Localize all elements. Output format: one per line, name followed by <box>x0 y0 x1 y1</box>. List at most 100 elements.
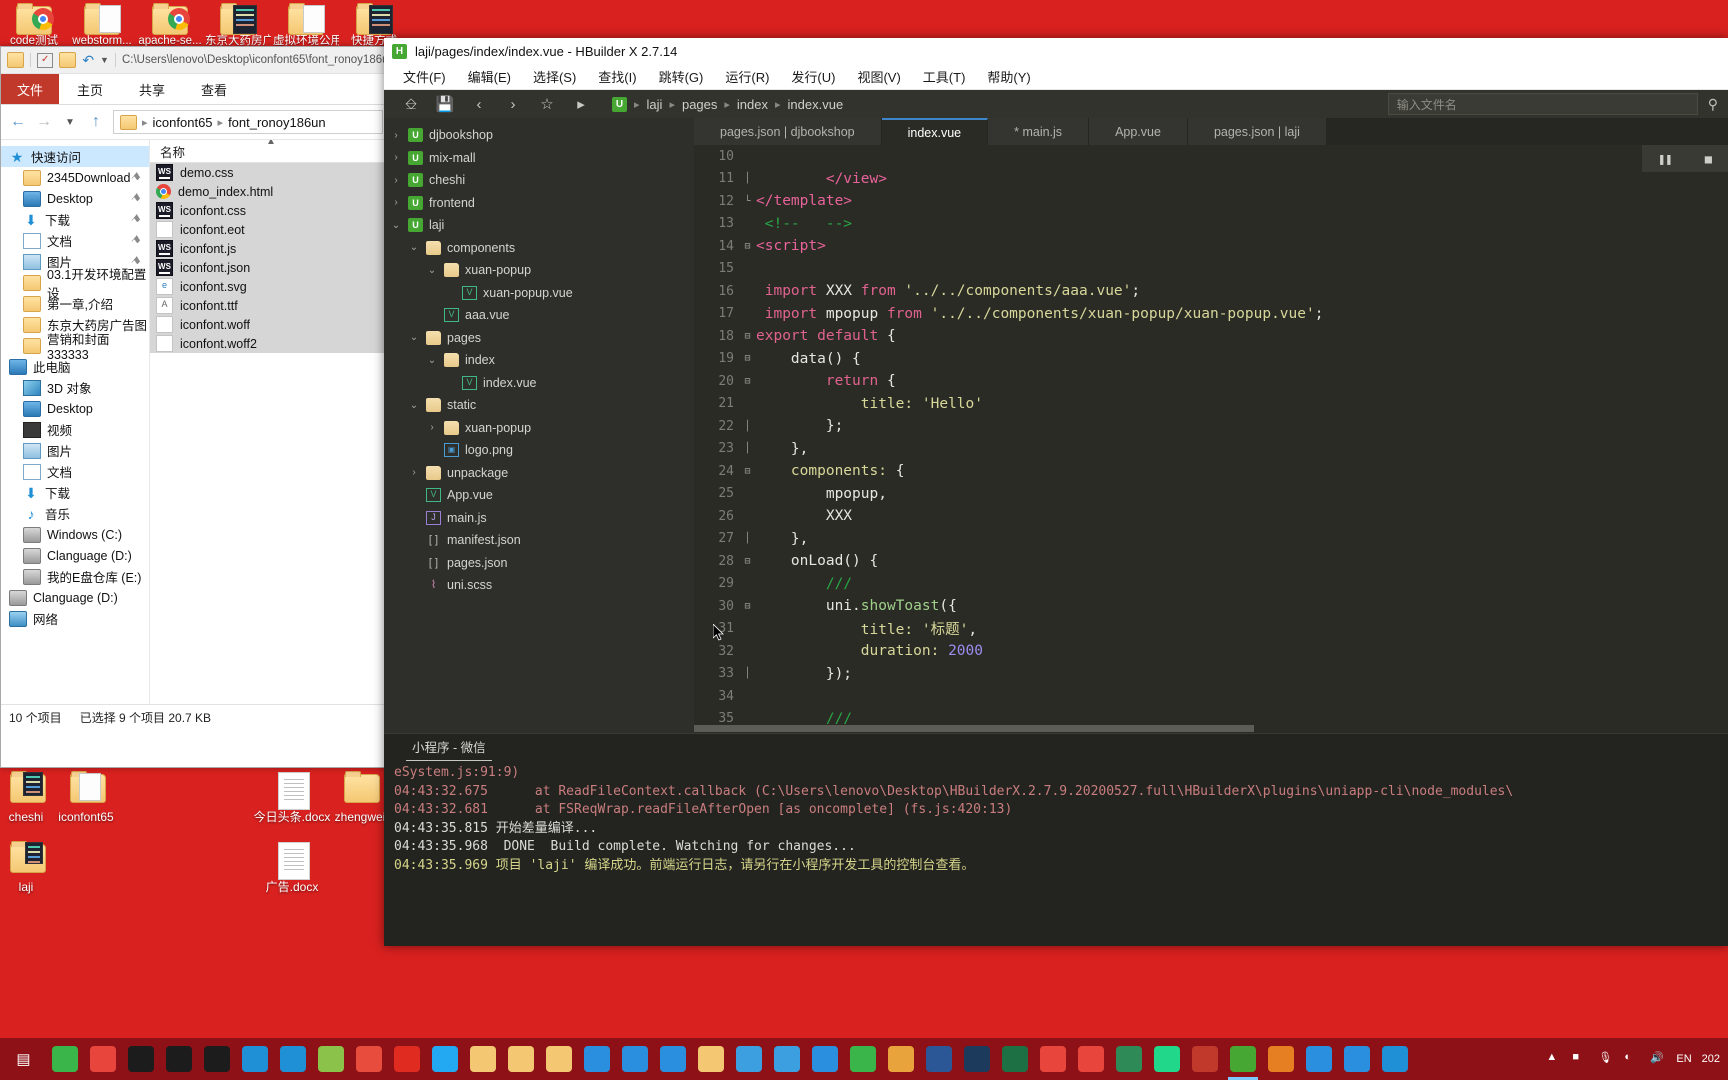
chevron-right-icon[interactable]: › <box>390 175 402 186</box>
desktop-icon-iconfont65[interactable]: iconfont65 <box>44 770 128 824</box>
file-explorer-window[interactable]: ✓ ↶ ▼ C:\Users\lenovo\Desktop\iconfont65… <box>0 46 392 768</box>
chevron-right-icon[interactable]: › <box>390 197 402 208</box>
pycharm-icon[interactable] <box>1148 1038 1186 1080</box>
chevron-down-icon[interactable]: ⌄ <box>408 400 420 411</box>
code-line[interactable]: 13 <!-- --> <box>694 213 1728 236</box>
undo-icon[interactable]: ↶ <box>82 52 94 69</box>
tree-node-20[interactable]: ⌇ uni.scss <box>384 574 694 597</box>
clock[interactable]: 202 <box>1702 1053 1720 1065</box>
breadcrumb-index[interactable]: index <box>737 97 768 112</box>
folder-icon-3[interactable] <box>540 1038 578 1080</box>
fold-marker[interactable]: └ <box>741 196 754 207</box>
code-line[interactable]: 30 ⊟ uni.showToast({ <box>694 595 1728 618</box>
file-row[interactable]: iconfont.eot <box>150 220 391 239</box>
code-line[interactable]: 27 │ }, <box>694 528 1728 551</box>
code-line[interactable]: 14 ⊟ <script> <box>694 235 1728 258</box>
nav-item-14[interactable]: 图片 <box>1 440 149 461</box>
tree-node-12[interactable]: ⌄ static <box>384 394 694 417</box>
code-line[interactable]: 22 │ }; <box>694 415 1728 438</box>
column-header-name[interactable]: 名称 ▲ <box>150 140 391 163</box>
battery-icon[interactable]: ■ <box>1572 1051 1588 1067</box>
volume-icon[interactable]: 🔊 <box>1650 1051 1666 1067</box>
nav-item-2[interactable]: Desktop ⚑ <box>1 188 149 209</box>
chevron-down-icon[interactable]: ▼ <box>100 55 109 65</box>
hbuilderx-menubar[interactable]: 文件(F) 编辑(E) 选择(S) 查找(I) 跳转(G) 运行(R) 发行(U) 视图(V)… <box>384 64 1728 90</box>
pdf-icon[interactable] <box>1186 1038 1224 1080</box>
code-line[interactable]: 23 │ }, <box>694 438 1728 461</box>
vscode-icon[interactable] <box>426 1038 464 1080</box>
office-icon[interactable] <box>350 1038 388 1080</box>
tab-share[interactable]: 共享 <box>121 74 183 104</box>
file-row[interactable]: WS iconfont.json <box>150 258 391 277</box>
menu-item-2[interactable]: 选择(S) <box>522 64 587 89</box>
pin-icon[interactable]: ⚑ <box>128 232 144 249</box>
photos-icon[interactable] <box>1338 1038 1376 1080</box>
file-row[interactable]: WS iconfont.css <box>150 201 391 220</box>
find-icon[interactable]: ⚲ <box>1708 96 1718 113</box>
tree-node-3[interactable]: › Ufrontend <box>384 192 694 215</box>
editor-tabbar[interactable]: pages.json | djbookshop index.vue * main.j… <box>694 118 1728 145</box>
nav-item-18[interactable]: Windows (C:) <box>1 524 149 545</box>
fold-marker[interactable]: ⊟ <box>741 556 754 567</box>
folder-icon-4[interactable] <box>692 1038 730 1080</box>
hbuilderx-window[interactable]: H laji/pages/index/index.vue - HBuilder … <box>384 38 1728 946</box>
breadcrumb-indexvue[interactable]: index.vue <box>788 97 844 112</box>
project-tree[interactable]: › Udjbookshop › Umix-mall › Ucheshi › Ufrontend… <box>384 118 694 733</box>
menu-item-5[interactable]: 运行(R) <box>714 64 780 89</box>
tree-node-11[interactable]: Vindex.vue <box>384 372 694 395</box>
fold-marker[interactable]: │ <box>741 443 754 454</box>
code-line[interactable]: 10 <box>694 145 1728 168</box>
code-line[interactable]: 16 import XXX from '../../components/aaa… <box>694 280 1728 303</box>
outlook-icon-2[interactable] <box>274 1038 312 1080</box>
docs-icon[interactable] <box>882 1038 920 1080</box>
nav-item-13[interactable]: 视频 <box>1 419 149 440</box>
notepad-icon[interactable] <box>312 1038 350 1080</box>
photoshop-icon[interactable] <box>958 1038 996 1080</box>
chart-icon[interactable] <box>1110 1038 1148 1080</box>
chevron-down-icon[interactable]: ⌄ <box>390 220 402 231</box>
breadcrumb-laji[interactable]: laji <box>647 97 663 112</box>
hbuilderx-toolbar[interactable]: ⎒ 💾 ‹ › ☆ ▸ U ▸ laji ▸ pages ▸ index ▸ i… <box>384 90 1728 118</box>
pin-icon[interactable]: ⚑ <box>128 211 144 228</box>
breadcrumb-fontfolder[interactable]: font_ronoy186un <box>228 115 326 130</box>
file-row[interactable]: WS demo.css <box>150 163 391 182</box>
chevron-right-icon[interactable]: › <box>426 422 438 433</box>
explorer-icon-3[interactable] <box>654 1038 692 1080</box>
tree-node-17[interactable]: Jmain.js <box>384 507 694 530</box>
console-tabbar[interactable]: 小程序 - 微信 <box>384 734 1728 764</box>
explorer-nav-pane[interactable]: ★ 快速访问 2345Download ⚑ Desktop ⚑ ⬇ 下载 ⚑ 文档 ⚑ 图片 ⚑ 03.1… <box>1 140 150 704</box>
chevron-down-icon[interactable]: ⌄ <box>426 355 438 366</box>
code-editor[interactable]: 10 11 │ </view> 12 └ </template> 13 <!-- --> 14… <box>694 145 1728 733</box>
fold-marker[interactable]: │ <box>741 173 754 184</box>
fold-marker[interactable]: ⊟ <box>741 353 754 364</box>
code-line[interactable]: 24 ⊟ components: { <box>694 460 1728 483</box>
tab-file[interactable]: 文件 <box>1 74 60 104</box>
tree-node-5[interactable]: ⌄ components <box>384 237 694 260</box>
editor-tab-4[interactable]: pages.json | laji <box>1187 118 1327 145</box>
new-folder-icon[interactable] <box>58 52 77 68</box>
save-icon[interactable]: 💾 <box>428 90 462 118</box>
chrome-icon[interactable] <box>84 1038 122 1080</box>
star-icon[interactable]: ☆ <box>530 90 564 118</box>
nav-item-12[interactable]: Desktop <box>1 398 149 419</box>
fold-marker[interactable]: ⊟ <box>741 601 754 612</box>
outlook-icon-1[interactable] <box>236 1038 274 1080</box>
file-row[interactable]: demo_index.html <box>150 182 391 201</box>
sogou-icon-2[interactable] <box>768 1038 806 1080</box>
code-line[interactable]: 20 ⊟ return { <box>694 370 1728 393</box>
chevron-down-icon[interactable]: ⌄ <box>426 265 438 276</box>
recent-locations-icon[interactable]: ▼ <box>61 117 79 128</box>
nav-item-15[interactable]: 文档 <box>1 461 149 482</box>
youdao-icon[interactable] <box>388 1038 426 1080</box>
excel-icon[interactable] <box>996 1038 1034 1080</box>
fold-marker[interactable]: │ <box>741 668 754 679</box>
editor-run-controls[interactable]: ❚❚ ■ <box>1642 145 1728 172</box>
tree-node-0[interactable]: › Udjbookshop <box>384 124 694 147</box>
chevron-up-icon[interactable]: ▲ <box>1546 1051 1562 1067</box>
file-row[interactable]: e iconfont.svg <box>150 277 391 296</box>
desktop-icon-laji[interactable]: laji <box>0 840 68 894</box>
tree-node-15[interactable]: › unpackage <box>384 462 694 485</box>
nav-item-20[interactable]: 我的E盘仓库 (E:) <box>1 566 149 587</box>
menu-item-7[interactable]: 视图(V) <box>846 64 911 89</box>
tree-node-8[interactable]: Vaaa.vue <box>384 304 694 327</box>
